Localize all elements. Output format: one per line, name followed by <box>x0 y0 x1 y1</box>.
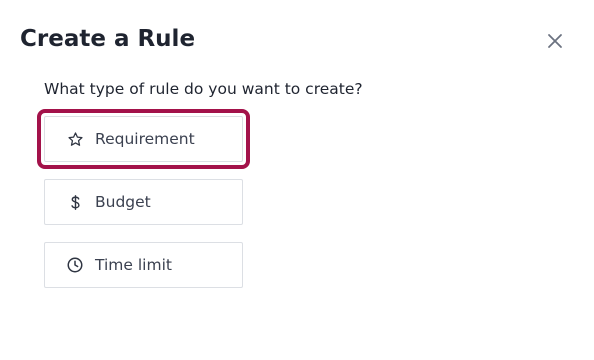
option-label: Requirement <box>95 130 195 148</box>
dollar-icon <box>66 193 84 211</box>
star-icon <box>66 130 84 148</box>
option-label: Time limit <box>95 256 172 274</box>
option-budget-button[interactable]: Budget <box>44 179 243 225</box>
option-time-limit-button[interactable]: Time limit <box>44 242 243 288</box>
create-rule-dialog: Create a Rule What type of rule do you w… <box>0 0 594 360</box>
clock-icon <box>66 256 84 274</box>
rule-type-prompt: What type of rule do you want to create? <box>44 80 363 98</box>
option-requirement-button[interactable]: Requirement <box>44 116 243 162</box>
dialog-title: Create a Rule <box>20 26 196 52</box>
close-icon <box>547 33 563 49</box>
option-label: Budget <box>95 193 151 211</box>
close-button[interactable] <box>542 28 568 54</box>
